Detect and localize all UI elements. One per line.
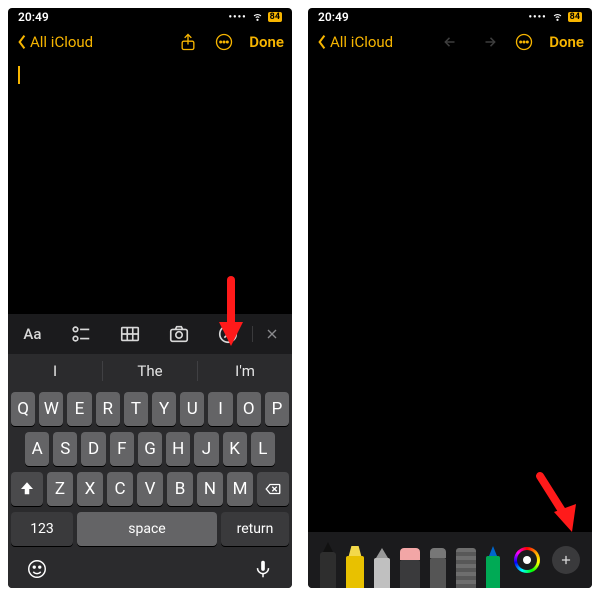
back-button[interactable]: All iCloud [316, 33, 393, 51]
tool-pen-alt[interactable] [486, 542, 500, 588]
toolbar-close-button[interactable] [252, 326, 292, 342]
key-x[interactable]: X [77, 472, 103, 506]
prediction-1[interactable]: I [8, 354, 102, 388]
wifi-icon [551, 9, 564, 25]
key-r[interactable]: R [96, 392, 120, 426]
markup-button[interactable] [203, 314, 252, 354]
share-icon[interactable] [177, 31, 199, 53]
key-k[interactable]: K [223, 432, 247, 466]
camera-button[interactable] [154, 314, 203, 354]
add-tool-button[interactable] [552, 546, 580, 574]
note-editor[interactable] [8, 58, 292, 314]
done-button[interactable]: Done [249, 33, 284, 51]
return-key[interactable]: return [221, 512, 289, 546]
tool-pen[interactable] [320, 542, 336, 588]
keyboard-footer [8, 554, 292, 588]
key-row-1: Q W E R T Y U I O P [11, 392, 289, 426]
key-l[interactable]: L [251, 432, 275, 466]
more-icon[interactable] [213, 31, 235, 53]
prediction-2[interactable]: The [103, 354, 197, 388]
undo-icon[interactable] [441, 31, 463, 53]
battery-icon: 84 [568, 12, 582, 22]
more-icon[interactable] [513, 31, 535, 53]
key-z[interactable]: Z [47, 472, 73, 506]
key-d[interactable]: D [81, 432, 105, 466]
key-h[interactable]: H [166, 432, 190, 466]
keyboard-area: Aa I The I'm Q [8, 314, 292, 588]
markup-palette [308, 532, 592, 588]
key-row-3: Z X C V B N M [11, 472, 289, 506]
key-n[interactable]: N [197, 472, 223, 506]
key-c[interactable]: C [107, 472, 133, 506]
key-row-2: A S D F G H J K L [11, 432, 289, 466]
format-button[interactable]: Aa [8, 314, 57, 354]
tool-ruler[interactable] [456, 542, 476, 588]
phone-notes-keyboard: 20:49 •••• 84 All iCloud Done [8, 8, 292, 588]
status-right: •••• 84 [228, 9, 282, 25]
space-key[interactable]: space [77, 512, 217, 546]
battery-icon: 84 [268, 12, 282, 22]
tool-marker[interactable] [346, 542, 364, 588]
back-button[interactable]: All iCloud [16, 33, 93, 51]
key-y[interactable]: Y [152, 392, 176, 426]
key-t[interactable]: T [124, 392, 148, 426]
back-label: All iCloud [30, 33, 93, 51]
key-m[interactable]: M [227, 472, 253, 506]
text-cursor [18, 66, 20, 84]
color-picker[interactable] [514, 547, 540, 573]
checklist-button[interactable] [57, 314, 106, 354]
signal-icon: •••• [228, 12, 246, 23]
key-q[interactable]: Q [11, 392, 35, 426]
status-time: 20:49 [18, 10, 49, 24]
signal-icon: •••• [528, 12, 546, 23]
nav-bar: All iCloud Done [308, 26, 592, 58]
table-button[interactable] [106, 314, 155, 354]
key-g[interactable]: G [138, 432, 162, 466]
key-e[interactable]: E [67, 392, 91, 426]
status-bar: 20:49 •••• 84 [8, 8, 292, 26]
prediction-3[interactable]: I'm [198, 354, 292, 388]
notes-toolbar: Aa [8, 314, 292, 354]
redo-icon[interactable] [477, 31, 499, 53]
nav-bar: All iCloud Done [8, 26, 292, 58]
done-button[interactable]: Done [549, 33, 584, 51]
key-b[interactable]: B [167, 472, 193, 506]
key-o[interactable]: O [237, 392, 261, 426]
dictation-key[interactable] [252, 558, 274, 584]
nav-actions: Done [441, 31, 584, 53]
key-j[interactable]: J [194, 432, 218, 466]
key-a[interactable]: A [25, 432, 49, 466]
tool-eraser[interactable] [400, 542, 420, 588]
status-right: •••• 84 [528, 9, 582, 25]
key-row-4: 123 space return [11, 512, 289, 546]
emoji-key[interactable] [26, 558, 48, 584]
backspace-key[interactable] [257, 472, 289, 506]
key-f[interactable]: F [110, 432, 134, 466]
tool-lasso[interactable] [430, 542, 446, 588]
key-v[interactable]: V [137, 472, 163, 506]
key-i[interactable]: I [208, 392, 232, 426]
key-u[interactable]: U [180, 392, 204, 426]
shift-key[interactable] [11, 472, 43, 506]
key-p[interactable]: P [265, 392, 289, 426]
status-bar: 20:49 •••• 84 [308, 8, 592, 26]
status-time: 20:49 [318, 10, 349, 24]
key-w[interactable]: W [39, 392, 63, 426]
keyboard: Q W E R T Y U I O P A S D F G H J K L [8, 388, 292, 554]
nav-actions: Done [177, 31, 284, 53]
numbers-key[interactable]: 123 [11, 512, 73, 546]
wifi-icon [251, 9, 264, 25]
back-label: All iCloud [330, 33, 393, 51]
key-s[interactable]: S [53, 432, 77, 466]
phone-notes-markup: 20:49 •••• 84 All iCloud Done [308, 8, 592, 588]
markup-canvas[interactable] [308, 58, 592, 532]
predictive-bar: I The I'm [8, 354, 292, 388]
tool-pencil[interactable] [374, 542, 390, 588]
